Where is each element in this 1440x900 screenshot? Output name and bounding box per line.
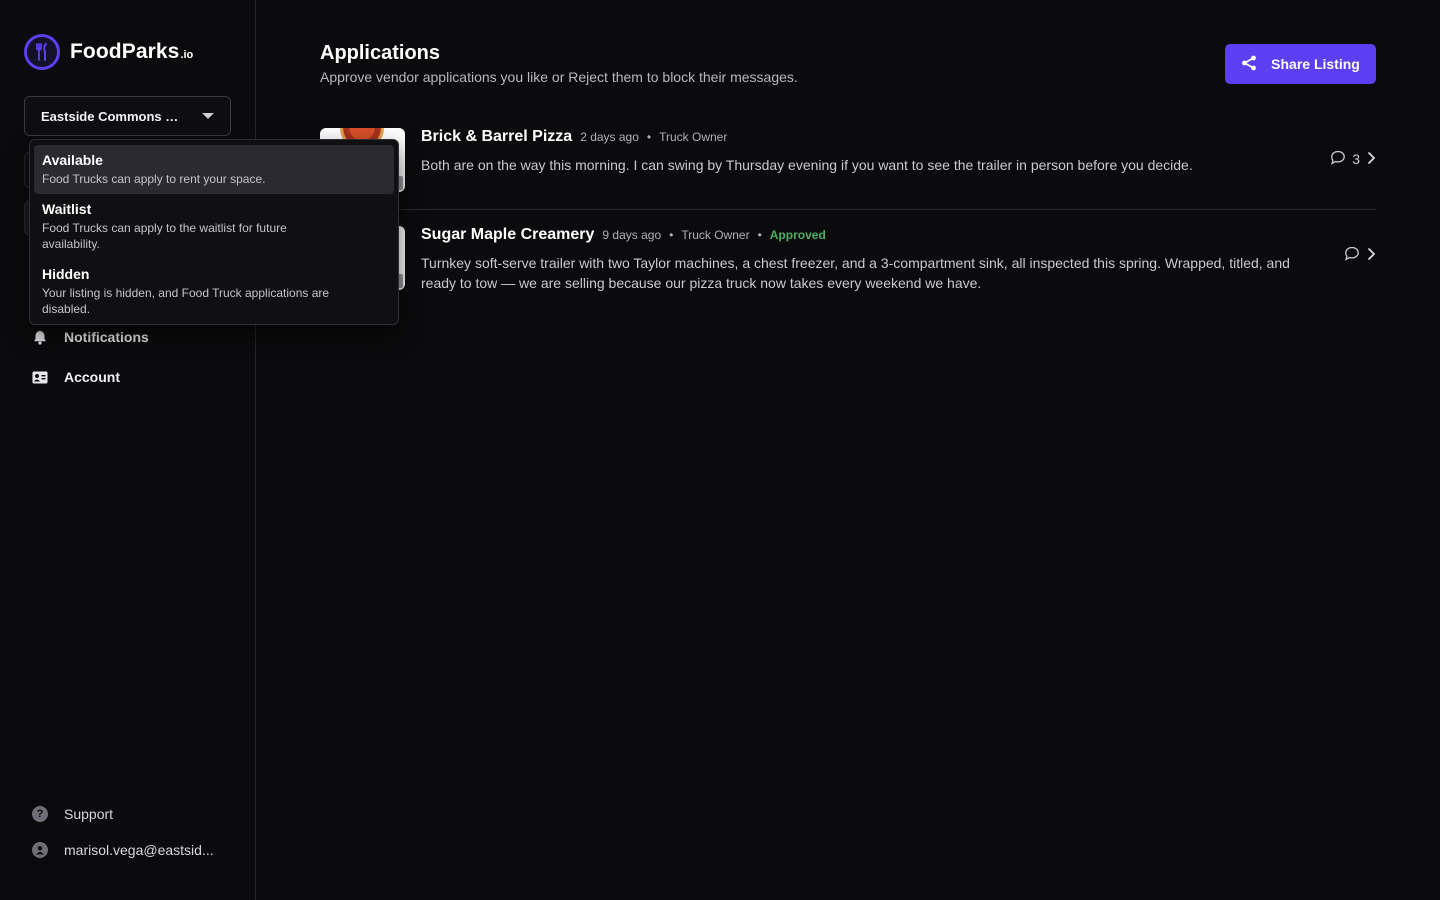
application-actions[interactable]: 3 [1330,150,1376,168]
comment-icon [1330,150,1346,168]
user-email: marisol.vega@eastsid... [64,842,214,858]
separator-dot: • [757,228,762,242]
park-select[interactable]: Eastside Commons Fo... [24,96,231,136]
user-avatar-icon [32,842,48,858]
applicant-role: Truck Owner [681,228,750,242]
share-icon [1241,55,1257,74]
fork-knife-logo-icon [24,34,60,70]
application-actions[interactable] [1344,246,1376,264]
sidebar-nav: Notifications Account [24,317,232,397]
share-listing-button[interactable]: Share Listing [1225,44,1376,84]
application-time: 2 days ago [580,130,639,144]
bell-icon [32,329,48,345]
vendor-name: Brick & Barrel Pizza [421,128,573,145]
application-row[interactable]: Sugar Maple Creamery 9 days ago • Truck … [320,226,1376,306]
user-menu[interactable]: marisol.vega@eastsid... [24,832,232,868]
page-subtitle: Approve vendor applications you like or … [320,69,798,85]
option-description: Food Trucks can apply to rent your space… [42,172,266,186]
sidebar-item-label: Account [64,369,120,385]
option-title: Hidden [42,266,90,282]
option-title: Waitlist [42,201,92,217]
separator-dot: • [646,130,652,144]
sidebar: FoodParks.io Eastside Commons Fo... Noti… [0,0,256,900]
option-description: Food Trucks can apply to the waitlist fo… [42,221,287,251]
brand[interactable]: FoodParks.io [24,34,193,70]
chevron-down-icon [202,113,214,119]
application-time: 9 days ago [602,228,662,242]
support-label: Support [64,806,114,822]
sidebar-item-label: Notifications [64,329,149,345]
status-badge: Approved [769,228,826,242]
sidebar-item-account[interactable]: Account [24,357,232,397]
application-message: Turnkey soft-serve trailer with two Tayl… [421,255,1290,291]
applicant-role: Truck Owner [659,130,728,144]
status-option-available[interactable]: Available Food Trucks can apply to rent … [34,145,394,194]
status-option-hidden[interactable]: Hidden Your listing is hidden, and Food … [34,259,394,324]
option-description: Your listing is hidden, and Food Truck a… [42,286,330,316]
application-row[interactable]: Brick & Barrel Pizza 2 days ago • Truck … [320,128,1376,210]
listing-status-dropdown: Available Food Trucks can apply to rent … [29,139,399,325]
chevron-right-icon [1366,247,1376,264]
park-select-value: Eastside Commons Fo... [41,108,181,124]
chevron-right-icon [1366,151,1376,168]
application-message: Both are on the way this morning. I can … [421,157,1193,173]
share-listing-label: Share Listing [1271,56,1360,72]
comment-icon [1344,246,1360,264]
comment-count: 3 [1352,151,1360,167]
brand-name: FoodParks.io [70,40,194,63]
sidebar-footer: ? Support marisol.vega@eastsid... [24,796,232,868]
option-title: Available [42,152,103,168]
separator-dot: • [669,228,674,242]
status-option-waitlist[interactable]: Waitlist Food Trucks can apply to the wa… [34,194,394,259]
id-card-icon [32,369,48,385]
help-icon: ? [32,806,48,822]
vendor-name: Sugar Maple Creamery [421,226,595,243]
page-title: Applications [320,42,441,64]
support-link[interactable]: ? Support [24,796,232,832]
